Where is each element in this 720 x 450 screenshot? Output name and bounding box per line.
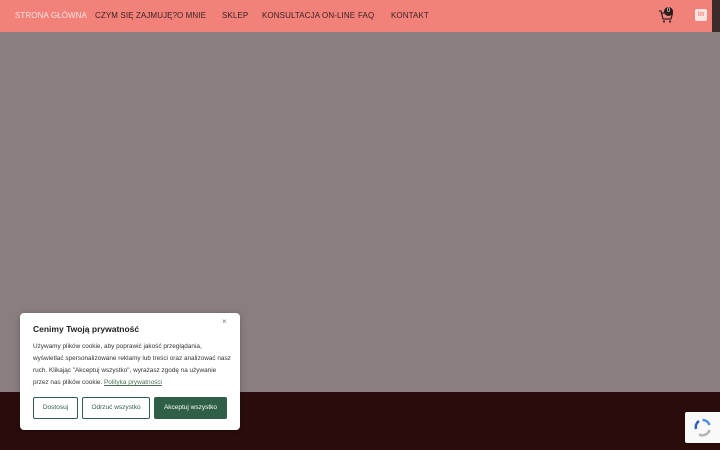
nav-item-shop[interactable]: SKLEP <box>222 11 248 20</box>
close-icon[interactable]: × <box>222 317 227 326</box>
recaptcha-badge[interactable] <box>685 412 720 443</box>
customize-button[interactable]: Dostosuj <box>33 397 78 419</box>
cookie-message: Używamy plików cookie, aby poprawić jako… <box>33 341 231 389</box>
privacy-policy-link[interactable]: Polityka prywatności <box>104 379 162 386</box>
nav-item-about[interactable]: O MNIE <box>177 11 206 20</box>
top-navbar: STRONA GŁÓWNA CZYM SIĘ ZAJMUJĘ? O MNIE S… <box>0 0 720 45</box>
cart-count-badge: 0 <box>664 7 673 16</box>
nav-item-what-i-do[interactable]: CZYM SIĘ ZAJMUJĘ? <box>95 11 177 20</box>
cookie-title: Cenimy Twoją prywatność <box>33 324 140 334</box>
nav-item-consultation[interactable]: KONSULTACJA ON-LINE <box>262 11 355 20</box>
accept-all-button[interactable]: Akceptuj wszystko <box>154 397 227 419</box>
nav-item-faq[interactable]: FAQ <box>358 11 374 20</box>
nav-item-contact[interactable]: KONTAKT <box>391 11 429 20</box>
recaptcha-icon <box>694 418 711 437</box>
nav-item-home[interactable]: STRONA GŁÓWNA <box>15 11 87 20</box>
cookie-consent-dialog: Cenimy Twoją prywatność × Używamy plików… <box>20 313 240 430</box>
linkedin-icon[interactable]: in <box>695 9 707 21</box>
reject-all-button[interactable]: Odrzuć wszystko <box>82 397 150 419</box>
